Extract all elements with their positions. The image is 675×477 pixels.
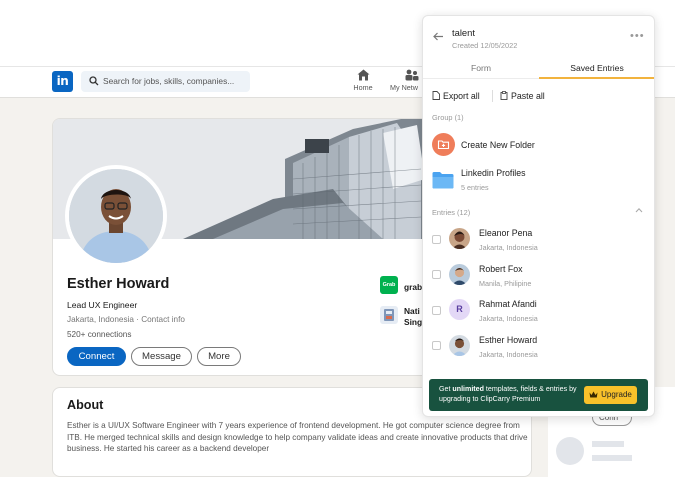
network-icon	[405, 69, 419, 81]
entry-name[interactable]: Esther Howard	[479, 335, 537, 345]
actions-divider	[492, 90, 493, 102]
upgrade-text: Get unlimited templates, fields & entrie…	[439, 385, 579, 405]
entry-checkbox[interactable]	[432, 306, 441, 315]
entry-avatar	[449, 335, 470, 356]
entry-checkbox[interactable]	[432, 235, 441, 244]
connect-button[interactable]: Connect	[67, 347, 126, 366]
crown-icon	[589, 391, 598, 397]
entry-location: Jakarta, Indonesia	[479, 314, 538, 323]
entry-location: Jakarta, Indonesia	[479, 243, 538, 252]
profile-avatar	[65, 165, 167, 267]
profile-name: Esther Howard	[67, 276, 170, 292]
paste-all-button[interactable]: Paste all	[500, 91, 545, 101]
group-section-label: Group (1)	[432, 113, 464, 122]
entry-name[interactable]: Robert Fox	[479, 264, 523, 274]
entry-avatar	[449, 228, 470, 249]
upgrade-text-pre: Get	[439, 385, 453, 393]
file-icon	[432, 91, 440, 100]
about-text: Esther is a UI/UX Software Engineer with…	[67, 421, 528, 454]
experience-company-grab[interactable]: grab	[404, 282, 422, 292]
nav-my-network[interactable]: My Netw	[390, 69, 422, 92]
clipcarry-panel: talent Created 12/05/2022 ••• Form Saved…	[422, 15, 655, 417]
person-photo	[69, 169, 163, 263]
home-icon	[357, 69, 369, 81]
create-new-folder-button[interactable]: Create New Folder	[461, 140, 535, 150]
search-input[interactable]: Search for jobs, skills, companies...	[81, 71, 250, 92]
entry-name[interactable]: Rahmat Afandi	[479, 299, 537, 309]
upgrade-banner: Get unlimited templates, fields & entrie…	[429, 379, 648, 411]
right-skeleton-bar	[592, 441, 624, 447]
entry-checkbox[interactable]	[432, 341, 441, 350]
tab-form[interactable]: Form	[423, 57, 539, 79]
entry-checkbox[interactable]	[432, 270, 441, 279]
paste-all-label: Paste all	[511, 91, 545, 101]
tab-saved-entries[interactable]: Saved Entries	[539, 57, 654, 79]
folder-icon	[432, 172, 454, 189]
upgrade-button-label: Upgrade	[601, 390, 632, 399]
profile-location: Jakarta, Indonesia	[67, 315, 134, 324]
chevron-up-icon[interactable]	[635, 207, 643, 213]
back-arrow-icon[interactable]	[433, 32, 444, 41]
right-avatar-placeholder	[556, 437, 584, 465]
right-skeleton-bar	[592, 455, 632, 461]
clipboard-icon	[500, 91, 508, 100]
nav-my-network-label: My Netw	[390, 83, 418, 92]
experience-education[interactable]: Nati Sing	[404, 306, 422, 328]
export-all-label: Export all	[443, 91, 480, 101]
profile-connections[interactable]: 520+ connections	[67, 330, 131, 339]
export-all-button[interactable]: Export all	[432, 91, 480, 101]
panel-title: talent	[452, 27, 475, 38]
folder-entry-count: 5 entries	[461, 183, 489, 192]
create-folder-icon[interactable]	[432, 133, 455, 156]
entries-section-label: Entries (12)	[432, 208, 471, 217]
contact-info-link[interactable]: Contact info	[141, 315, 185, 324]
grab-logo: Grab	[380, 276, 398, 294]
linkedin-logo[interactable]: in	[52, 71, 73, 92]
upgrade-button[interactable]: Upgrade	[584, 386, 637, 404]
panel-created-date: Created 12/05/2022	[452, 41, 518, 50]
more-options-icon[interactable]: •••	[630, 30, 645, 42]
message-button[interactable]: Message	[131, 347, 192, 366]
search-icon	[89, 76, 99, 86]
entry-avatar	[449, 264, 470, 285]
about-title: About	[67, 398, 104, 412]
education-name-line1: Nati	[404, 306, 420, 316]
education-name-line2: Sing	[404, 317, 423, 327]
entry-location: Manila, Philipine	[479, 279, 532, 288]
profile-location-row: Jakarta, Indonesia · Contact info	[67, 315, 185, 324]
profile-title: Lead UX Engineer	[67, 300, 138, 310]
nav-home[interactable]: Home	[350, 69, 376, 92]
entry-name[interactable]: Eleanor Pena	[479, 228, 532, 238]
entry-avatar-initial: R	[449, 299, 470, 320]
more-button[interactable]: More	[197, 347, 241, 366]
entry-location: Jakarta, Indonesia	[479, 350, 538, 359]
search-placeholder: Search for jobs, skills, companies...	[103, 76, 235, 86]
university-logo	[380, 306, 398, 324]
upgrade-text-bold: unlimited	[452, 385, 484, 393]
nav-home-label: Home	[353, 83, 373, 92]
folder-linkedin-profiles[interactable]: Linkedin Profiles	[461, 168, 526, 178]
